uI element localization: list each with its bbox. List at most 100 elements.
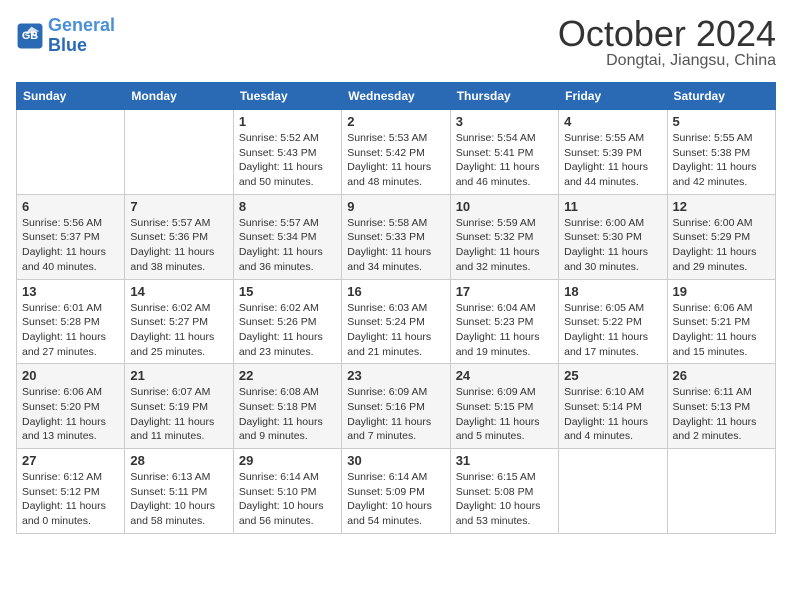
day-cell xyxy=(17,110,125,195)
day-info: Sunrise: 5:58 AM Sunset: 5:33 PM Dayligh… xyxy=(347,216,444,275)
header-row: SundayMondayTuesdayWednesdayThursdayFrid… xyxy=(17,83,776,110)
day-number: 13 xyxy=(22,284,119,299)
day-cell: 23 Sunrise: 6:09 AM Sunset: 5:16 PM Dayli… xyxy=(342,364,450,449)
week-row-1: 1 Sunrise: 5:52 AM Sunset: 5:43 PM Daylig… xyxy=(17,110,776,195)
day-cell: 12 Sunrise: 6:00 AM Sunset: 5:29 PM Dayli… xyxy=(667,194,775,279)
day-cell: 30 Sunrise: 6:14 AM Sunset: 5:09 PM Dayli… xyxy=(342,449,450,534)
day-number: 16 xyxy=(347,284,444,299)
day-cell: 16 Sunrise: 6:03 AM Sunset: 5:24 PM Dayli… xyxy=(342,279,450,364)
day-number: 4 xyxy=(564,114,661,129)
day-info: Sunrise: 5:56 AM Sunset: 5:37 PM Dayligh… xyxy=(22,216,119,275)
col-header-tuesday: Tuesday xyxy=(233,83,341,110)
day-cell: 31Sunrise: 6:15 AM Sunset: 5:08 PM Dayli… xyxy=(450,449,558,534)
calendar-table: SundayMondayTuesdayWednesdayThursdayFrid… xyxy=(16,82,776,534)
week-row-4: 20Sunrise: 6:06 AM Sunset: 5:20 PM Dayli… xyxy=(17,364,776,449)
day-info: Sunrise: 6:12 AM Sunset: 5:12 PM Dayligh… xyxy=(22,470,119,529)
logo-text: General Blue xyxy=(48,16,115,56)
day-info: Sunrise: 6:03 AM Sunset: 5:24 PM Dayligh… xyxy=(347,301,444,360)
day-number: 30 xyxy=(347,453,444,468)
day-number: 28 xyxy=(130,453,227,468)
day-number: 19 xyxy=(673,284,770,299)
day-info: Sunrise: 5:55 AM Sunset: 5:39 PM Dayligh… xyxy=(564,131,661,190)
logo-icon: GB xyxy=(16,22,44,50)
day-cell xyxy=(559,449,667,534)
day-info: Sunrise: 5:53 AM Sunset: 5:42 PM Dayligh… xyxy=(347,131,444,190)
col-header-saturday: Saturday xyxy=(667,83,775,110)
day-info: Sunrise: 6:02 AM Sunset: 5:26 PM Dayligh… xyxy=(239,301,336,360)
day-info: Sunrise: 6:06 AM Sunset: 5:21 PM Dayligh… xyxy=(673,301,770,360)
day-cell: 20Sunrise: 6:06 AM Sunset: 5:20 PM Dayli… xyxy=(17,364,125,449)
day-number: 15 xyxy=(239,284,336,299)
day-cell: 18Sunrise: 6:05 AM Sunset: 5:22 PM Dayli… xyxy=(559,279,667,364)
col-header-thursday: Thursday xyxy=(450,83,558,110)
day-cell: 28 Sunrise: 6:13 AM Sunset: 5:11 PM Dayli… xyxy=(125,449,233,534)
day-info: Sunrise: 6:07 AM Sunset: 5:19 PM Dayligh… xyxy=(130,385,227,444)
day-cell: 21 Sunrise: 6:07 AM Sunset: 5:19 PM Dayli… xyxy=(125,364,233,449)
day-number: 1 xyxy=(239,114,336,129)
day-number: 14 xyxy=(130,284,227,299)
day-info: Sunrise: 5:54 AM Sunset: 5:41 PM Dayligh… xyxy=(456,131,553,190)
day-info: Sunrise: 5:57 AM Sunset: 5:34 PM Dayligh… xyxy=(239,216,336,275)
day-info: Sunrise: 6:14 AM Sunset: 5:09 PM Dayligh… xyxy=(347,470,444,529)
day-cell: 27 Sunrise: 6:12 AM Sunset: 5:12 PM Dayli… xyxy=(17,449,125,534)
day-number: 27 xyxy=(22,453,119,468)
day-cell: 25 Sunrise: 6:10 AM Sunset: 5:14 PM Dayli… xyxy=(559,364,667,449)
day-cell xyxy=(125,110,233,195)
day-info: Sunrise: 6:05 AM Sunset: 5:22 PM Dayligh… xyxy=(564,301,661,360)
day-info: Sunrise: 6:04 AM Sunset: 5:23 PM Dayligh… xyxy=(456,301,553,360)
day-info: Sunrise: 6:06 AM Sunset: 5:20 PM Dayligh… xyxy=(22,385,119,444)
day-number: 17 xyxy=(456,284,553,299)
day-number: 7 xyxy=(130,199,227,214)
col-header-friday: Friday xyxy=(559,83,667,110)
page-header: GB General Blue October 2024 Dongtai, Ji… xyxy=(16,16,776,70)
day-cell: 8Sunrise: 5:57 AM Sunset: 5:34 PM Daylig… xyxy=(233,194,341,279)
day-cell: 3 Sunrise: 5:54 AM Sunset: 5:41 PM Daylig… xyxy=(450,110,558,195)
day-info: Sunrise: 6:08 AM Sunset: 5:18 PM Dayligh… xyxy=(239,385,336,444)
day-info: Sunrise: 6:13 AM Sunset: 5:11 PM Dayligh… xyxy=(130,470,227,529)
day-cell: 26Sunrise: 6:11 AM Sunset: 5:13 PM Dayli… xyxy=(667,364,775,449)
day-info: Sunrise: 6:01 AM Sunset: 5:28 PM Dayligh… xyxy=(22,301,119,360)
day-number: 11 xyxy=(564,199,661,214)
day-info: Sunrise: 6:10 AM Sunset: 5:14 PM Dayligh… xyxy=(564,385,661,444)
day-number: 24 xyxy=(456,368,553,383)
day-number: 29 xyxy=(239,453,336,468)
day-number: 3 xyxy=(456,114,553,129)
day-cell: 4 Sunrise: 5:55 AM Sunset: 5:39 PM Daylig… xyxy=(559,110,667,195)
day-info: Sunrise: 6:09 AM Sunset: 5:15 PM Dayligh… xyxy=(456,385,553,444)
day-number: 2 xyxy=(347,114,444,129)
day-info: Sunrise: 6:09 AM Sunset: 5:16 PM Dayligh… xyxy=(347,385,444,444)
week-row-2: 6 Sunrise: 5:56 AM Sunset: 5:37 PM Daylig… xyxy=(17,194,776,279)
day-info: Sunrise: 5:55 AM Sunset: 5:38 PM Dayligh… xyxy=(673,131,770,190)
day-cell: 11 Sunrise: 6:00 AM Sunset: 5:30 PM Dayli… xyxy=(559,194,667,279)
day-info: Sunrise: 5:57 AM Sunset: 5:36 PM Dayligh… xyxy=(130,216,227,275)
day-cell: 5Sunrise: 5:55 AM Sunset: 5:38 PM Daylig… xyxy=(667,110,775,195)
day-info: Sunrise: 6:00 AM Sunset: 5:30 PM Dayligh… xyxy=(564,216,661,275)
day-cell: 17 Sunrise: 6:04 AM Sunset: 5:23 PM Dayli… xyxy=(450,279,558,364)
day-cell xyxy=(667,449,775,534)
location: Dongtai, Jiangsu, China xyxy=(558,52,776,70)
day-cell: 1 Sunrise: 5:52 AM Sunset: 5:43 PM Daylig… xyxy=(233,110,341,195)
day-number: 6 xyxy=(22,199,119,214)
day-number: 21 xyxy=(130,368,227,383)
week-row-5: 27 Sunrise: 6:12 AM Sunset: 5:12 PM Dayli… xyxy=(17,449,776,534)
day-info: Sunrise: 5:52 AM Sunset: 5:43 PM Dayligh… xyxy=(239,131,336,190)
day-info: Sunrise: 6:00 AM Sunset: 5:29 PM Dayligh… xyxy=(673,216,770,275)
logo: GB General Blue xyxy=(16,16,115,56)
day-number: 23 xyxy=(347,368,444,383)
col-header-monday: Monday xyxy=(125,83,233,110)
month-title: October 2024 xyxy=(558,16,776,52)
day-cell: 24 Sunrise: 6:09 AM Sunset: 5:15 PM Dayli… xyxy=(450,364,558,449)
day-cell: 10Sunrise: 5:59 AM Sunset: 5:32 PM Dayli… xyxy=(450,194,558,279)
day-cell: 9 Sunrise: 5:58 AM Sunset: 5:33 PM Daylig… xyxy=(342,194,450,279)
day-cell: 29Sunrise: 6:14 AM Sunset: 5:10 PM Dayli… xyxy=(233,449,341,534)
day-cell: 14Sunrise: 6:02 AM Sunset: 5:27 PM Dayli… xyxy=(125,279,233,364)
day-info: Sunrise: 6:11 AM Sunset: 5:13 PM Dayligh… xyxy=(673,385,770,444)
day-number: 25 xyxy=(564,368,661,383)
day-number: 12 xyxy=(673,199,770,214)
day-info: Sunrise: 5:59 AM Sunset: 5:32 PM Dayligh… xyxy=(456,216,553,275)
day-cell: 7 Sunrise: 5:57 AM Sunset: 5:36 PM Daylig… xyxy=(125,194,233,279)
day-number: 22 xyxy=(239,368,336,383)
day-number: 9 xyxy=(347,199,444,214)
col-header-sunday: Sunday xyxy=(17,83,125,110)
day-number: 31 xyxy=(456,453,553,468)
